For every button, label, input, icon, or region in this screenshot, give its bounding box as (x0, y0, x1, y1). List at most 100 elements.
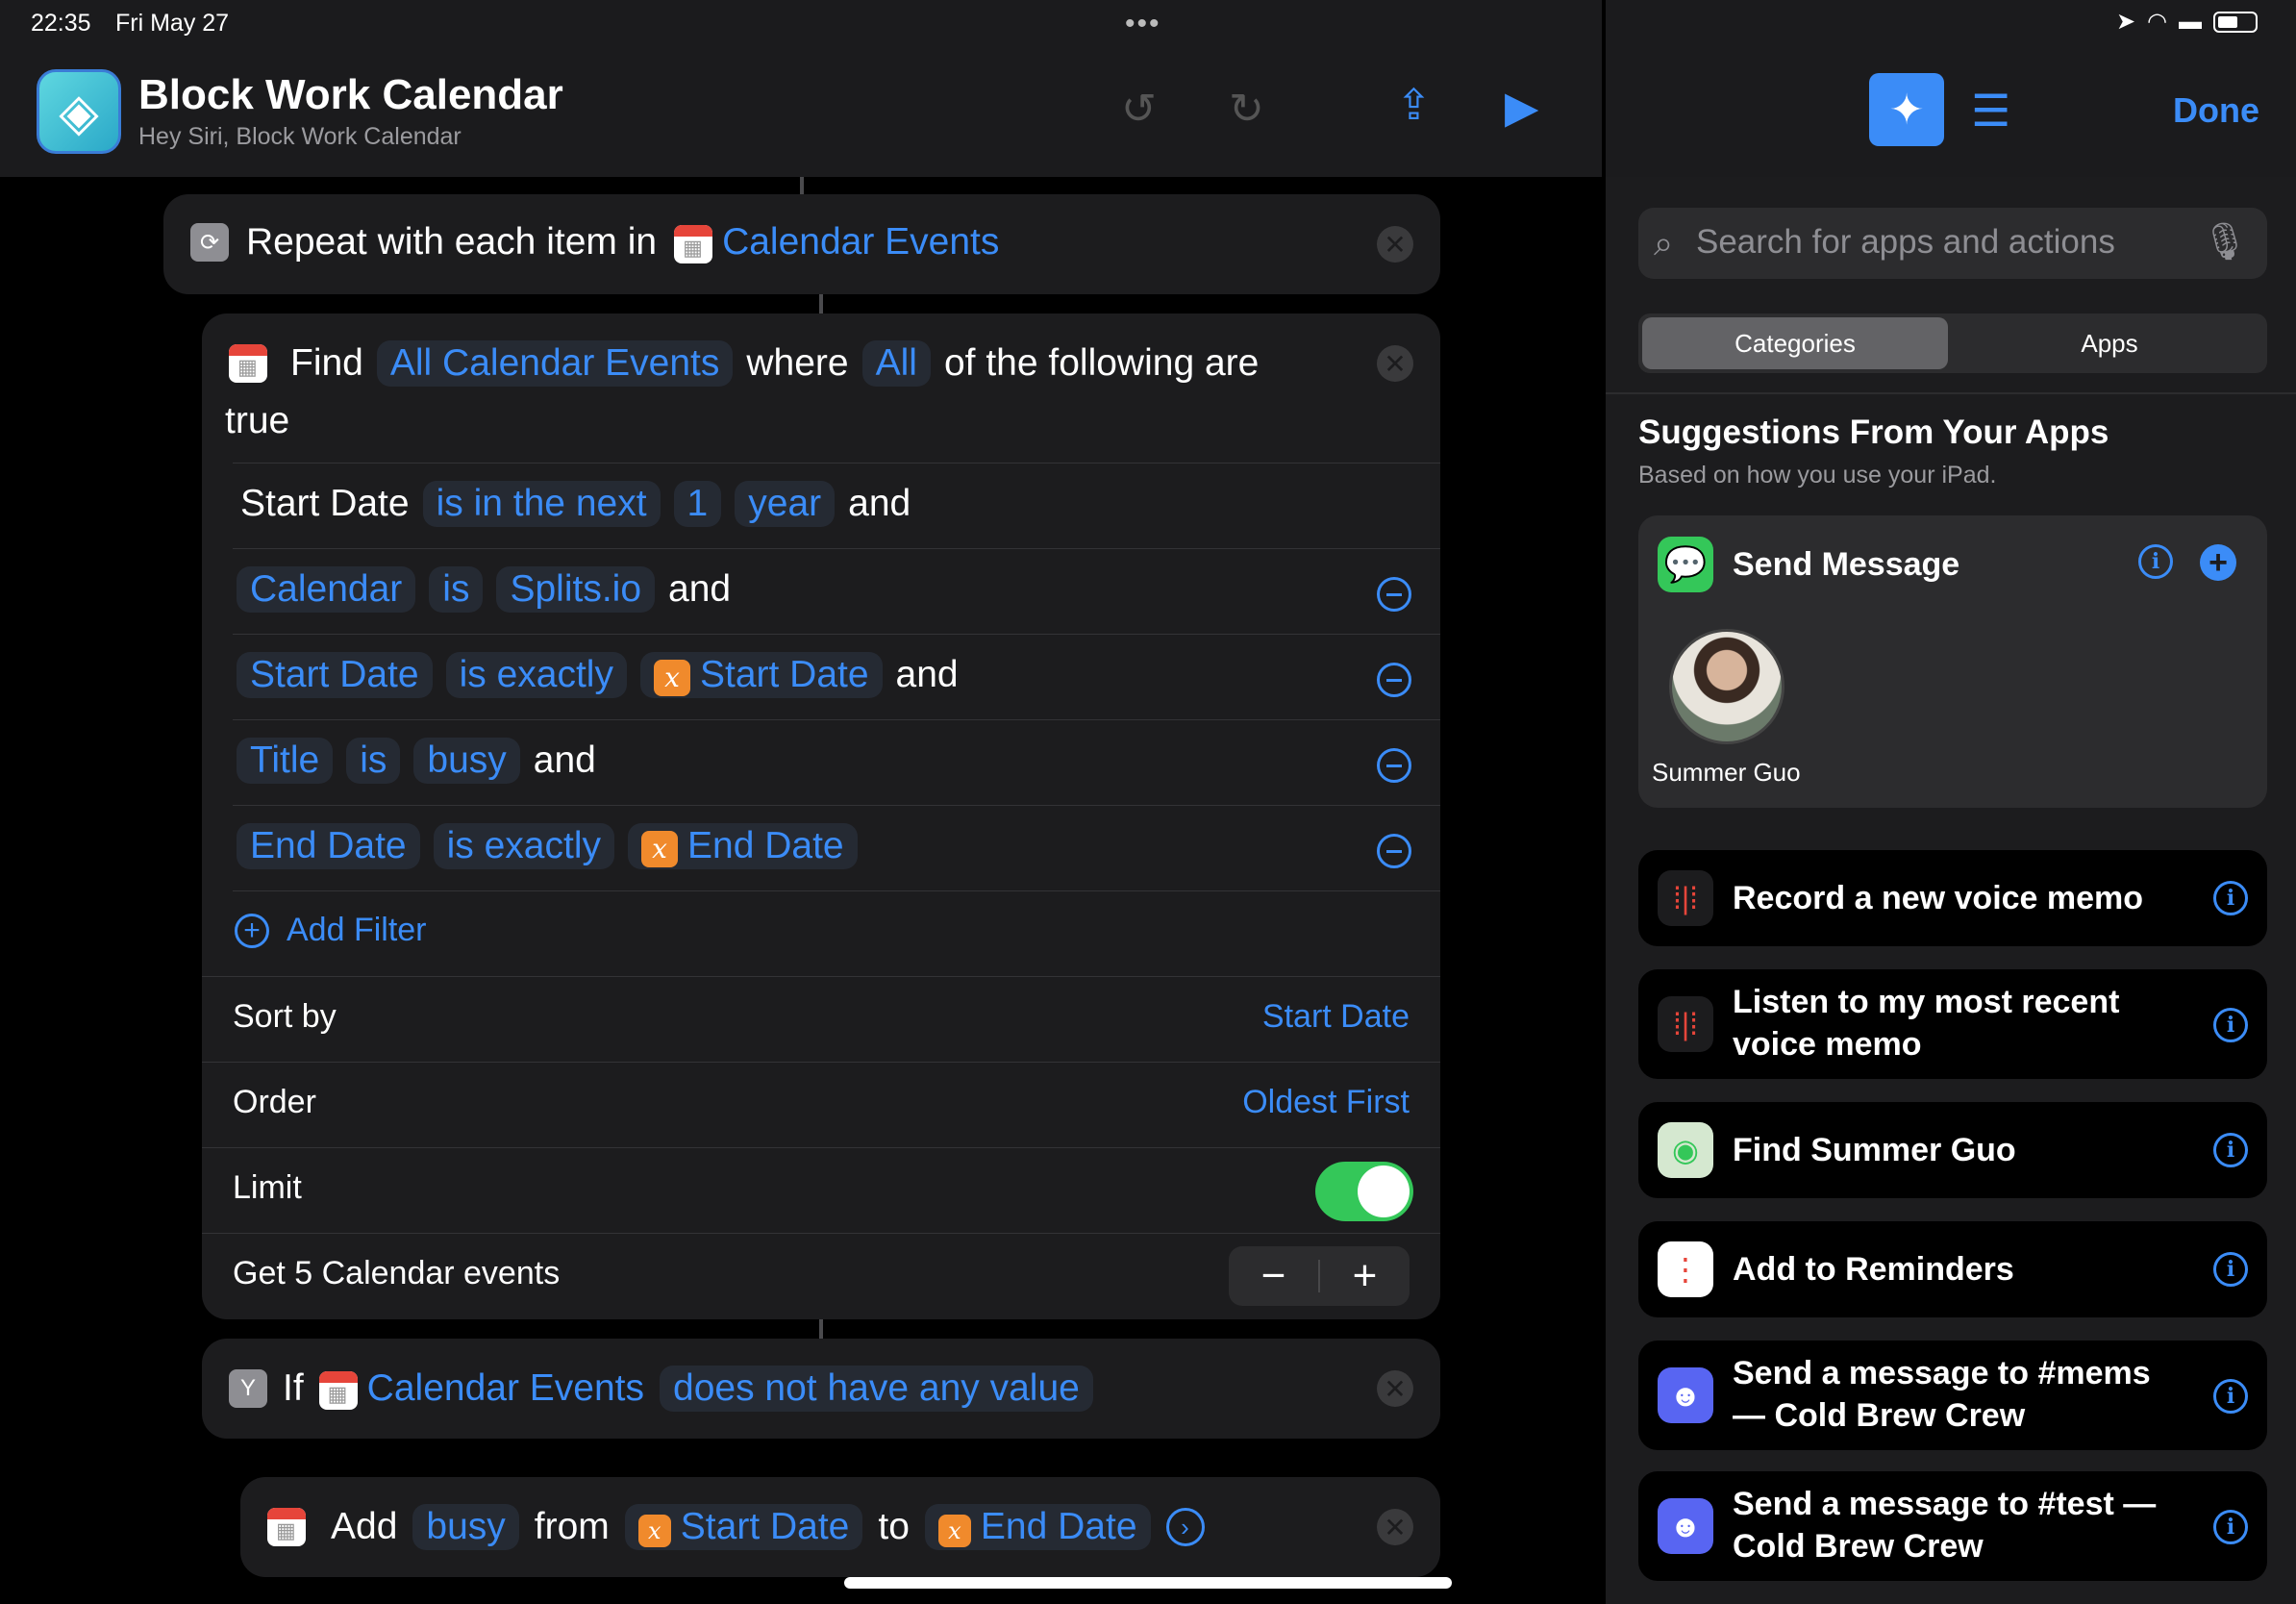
if-action-card[interactable]: Y If Calendar Events does not have any v… (202, 1339, 1440, 1439)
info-icon[interactable]: i (2213, 1008, 2248, 1042)
suggestions-subtitle: Based on how you use your iPad. (1638, 462, 1997, 489)
action-library-icon[interactable]: ✦ (1869, 73, 1944, 146)
remove-action-icon[interactable]: ✕ (1377, 345, 1413, 382)
order-row[interactable]: Order Oldest First (233, 1084, 1410, 1121)
filter-field[interactable]: Start Date (240, 483, 410, 525)
send-message-suggestion[interactable]: 💬 Send Message i + Summer Guo (1638, 515, 2267, 808)
filter-operator[interactable]: is (346, 738, 401, 784)
shortcut-title[interactable]: Block Work Calendar (138, 71, 563, 119)
filter-operator[interactable]: is exactly (433, 823, 614, 869)
redo-icon[interactable]: ↻ (1229, 85, 1264, 134)
action-suggestion-discord-test[interactable]: ☻ Send a message to #test — Cold Brew Cr… (1638, 1471, 2267, 1581)
settings-sliders-icon[interactable]: ☰ (1971, 85, 2010, 137)
repeat-variable[interactable]: Calendar Events (674, 221, 999, 263)
voice-memos-icon: ⁞|⁞ (1658, 996, 1713, 1052)
actions-sidebar: ✦ ☰ Done ⌕ 🎙 Categories Apps Suggestions… (1604, 0, 2296, 1604)
calendar-icon (229, 344, 267, 383)
filter-value[interactable]: 1 (673, 481, 722, 527)
filter-value[interactable]: x Start Date (639, 652, 883, 698)
send-message-label: Send Message (1733, 546, 1960, 583)
home-indicator[interactable] (844, 1577, 1452, 1589)
stepper-plus-button[interactable]: + (1320, 1252, 1410, 1300)
quantifier-token[interactable]: All (861, 340, 931, 387)
event-title-token[interactable]: busy (412, 1504, 519, 1550)
info-icon[interactable]: i (2213, 1379, 2248, 1414)
wifi-icon: ◠ (2147, 9, 2167, 35)
add-filter-button[interactable]: + Add Filter (235, 912, 1440, 949)
suggestions-title: Suggestions From Your Apps (1638, 414, 2109, 451)
action-suggestion-listen-voice-memo[interactable]: ⁞|⁞ Listen to my most recent voice memo … (1638, 969, 2267, 1079)
add-filter-label: Add Filter (287, 912, 427, 948)
repeat-action-card[interactable]: ⟳ Repeat with each item in Calendar Even… (163, 194, 1440, 294)
share-icon[interactable]: ⇪ (1396, 81, 1432, 130)
status-time: 22:35 (31, 10, 91, 37)
remove-filter-icon[interactable] (1377, 834, 1411, 868)
filter-field[interactable]: Calendar (237, 566, 416, 613)
stepper-minus-button[interactable]: − (1229, 1252, 1318, 1300)
filter-field[interactable]: Title (237, 738, 334, 784)
if-variable[interactable]: Calendar Events (318, 1367, 644, 1410)
search-input[interactable] (1696, 223, 2196, 262)
shortcuts-app-icon[interactable]: ◈ (37, 69, 121, 154)
filter-field[interactable]: End Date (237, 823, 420, 869)
if-condition[interactable]: does not have any value (660, 1366, 1093, 1412)
remove-filter-icon[interactable] (1377, 577, 1411, 612)
filter-field[interactable]: Start Date (237, 652, 433, 698)
remove-filter-icon[interactable] (1377, 663, 1411, 697)
search-box[interactable]: ⌕ 🎙 (1638, 208, 2267, 279)
filter-value[interactable]: Splits.io (496, 566, 656, 613)
limit-row: Limit (233, 1169, 1440, 1207)
messages-icon: 💬 (1658, 537, 1713, 592)
action-suggestion-discord-mems[interactable]: ☻ Send a message to #mems — Cold Brew Cr… (1638, 1341, 2267, 1450)
calendar-icon (318, 1370, 358, 1410)
repeat-icon: ⟳ (190, 223, 229, 262)
remove-filter-icon[interactable] (1377, 748, 1411, 783)
filter-value[interactable]: x End Date (628, 823, 858, 869)
divider (1606, 392, 2296, 394)
microphone-icon[interactable]: 🎙 (2202, 221, 2248, 263)
connector-line (800, 177, 804, 196)
action-suggestion-record-voice-memo[interactable]: ⁞|⁞ Record a new voice memo i (1638, 850, 2267, 946)
add-event-action-card[interactable]: Add busy from xStart Date to xEnd Date ›… (240, 1477, 1440, 1577)
variable-icon: x (937, 1515, 971, 1547)
tab-apps[interactable]: Apps (1956, 317, 2263, 369)
add-icon[interactable]: + (2200, 544, 2236, 581)
filter-operator[interactable]: is in the next (422, 481, 661, 527)
tab-categories[interactable]: Categories (1642, 317, 1948, 369)
divider (233, 805, 1440, 806)
order-value[interactable]: Oldest First (1242, 1084, 1410, 1121)
info-icon[interactable]: i (2213, 1252, 2248, 1287)
end-date-token[interactable]: x End Date (924, 1504, 1151, 1550)
info-icon[interactable]: i (2138, 544, 2173, 579)
info-icon[interactable]: i (2213, 1510, 2248, 1544)
info-icon[interactable]: i (2213, 881, 2248, 915)
filter-operator[interactable]: is exactly (445, 652, 627, 698)
sort-by-row[interactable]: Sort by Start Date (233, 998, 1410, 1036)
filter-value[interactable]: busy (413, 738, 520, 784)
sort-by-value[interactable]: Start Date (1262, 998, 1410, 1036)
multitasking-dots-icon[interactable]: ••• (1125, 8, 1161, 40)
remove-action-icon[interactable]: ✕ (1377, 1509, 1413, 1545)
play-icon[interactable]: ▶ (1505, 81, 1538, 133)
status-icons: ➤ ◠ ▬ (2116, 8, 2258, 36)
limit-toggle[interactable] (1315, 1162, 1413, 1221)
find-source-token[interactable]: All Calendar Events (376, 340, 734, 387)
undo-icon[interactable]: ↺ (1121, 85, 1157, 134)
avatar[interactable] (1669, 629, 1784, 744)
filter-unit[interactable]: year (735, 481, 836, 527)
chevron-right-icon[interactable]: › (1165, 1508, 1205, 1546)
filter-operator[interactable]: is (429, 566, 484, 613)
count-stepper[interactable]: − + (1229, 1246, 1410, 1306)
action-suggestion-find-contact[interactable]: ◉ Find Summer Guo i (1638, 1102, 2267, 1198)
filter-join: and (668, 568, 732, 610)
remove-action-icon[interactable]: ✕ (1377, 1370, 1413, 1407)
if-label: If (283, 1367, 304, 1409)
action-suggestion-add-reminders[interactable]: ⋮ Add to Reminders i (1638, 1221, 2267, 1317)
start-date-token[interactable]: x Start Date (624, 1504, 863, 1550)
info-icon[interactable]: i (2213, 1133, 2248, 1167)
filter-join: and (533, 739, 596, 781)
voice-memos-icon: ⁞|⁞ (1658, 870, 1713, 926)
remove-action-icon[interactable]: ✕ (1377, 226, 1413, 263)
divider (233, 719, 1440, 720)
done-button[interactable]: Done (2173, 90, 2259, 131)
